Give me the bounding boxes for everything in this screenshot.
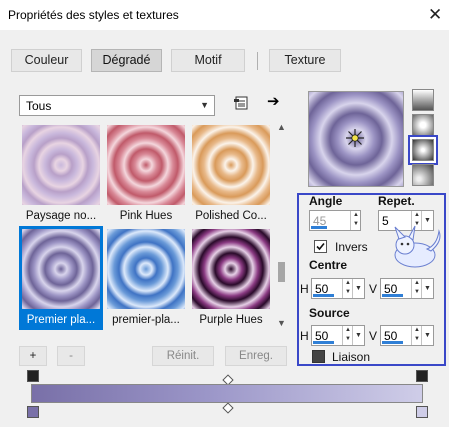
remove-button[interactable]: - xyxy=(57,346,85,366)
angle-stepper[interactable]: ▲ ▼ xyxy=(350,211,360,230)
decrement-icon[interactable]: ▼ xyxy=(351,220,361,229)
gradient-tile[interactable]: premier-pla... xyxy=(104,226,188,330)
gradient-tile[interactable]: Paysage no... xyxy=(19,122,103,226)
source-h-stepper[interactable]: ▲ ▼ xyxy=(342,326,352,345)
angle-label: Angle xyxy=(309,194,343,208)
gradient-label: Premier pla... xyxy=(26,314,96,326)
center-h-spinner[interactable]: 50 ▲ ▼ ▼ xyxy=(311,278,365,299)
source-v-spinner[interactable]: 50 ▲ ▼ ▼ xyxy=(380,325,434,346)
reset-button[interactable]: Réinit. xyxy=(152,346,214,366)
gradient-thumb xyxy=(192,229,270,309)
folder-icon[interactable] xyxy=(233,95,249,111)
gradient-thumb xyxy=(22,229,100,309)
color-midpoint[interactable] xyxy=(222,402,234,414)
center-v-slider xyxy=(382,294,403,297)
linear-style-button[interactable] xyxy=(412,89,434,111)
repeat-label: Repet. xyxy=(378,194,415,208)
mascot-watermark xyxy=(385,223,445,275)
chevron-down-icon[interactable]: ▼ xyxy=(421,279,433,298)
gradient-tile-selected[interactable]: Premier pla... xyxy=(19,226,103,330)
gradient-label: premier-pla... xyxy=(112,314,180,326)
center-v-spinner[interactable]: 50 ▲ ▼ ▼ xyxy=(380,278,434,299)
increment-icon[interactable]: ▲ xyxy=(351,211,361,220)
source-h-label: H xyxy=(300,329,309,343)
gradient-thumb xyxy=(107,229,185,309)
gradient-thumb xyxy=(22,125,100,205)
source-v-slider xyxy=(382,341,403,344)
center-h-stepper[interactable]: ▲ ▼ xyxy=(342,279,352,298)
source-label: Source xyxy=(309,306,350,320)
source-v-stepper[interactable]: ▲ ▼ xyxy=(411,326,421,345)
center-h-label: H xyxy=(300,282,309,296)
color-stop-right[interactable] xyxy=(416,406,428,418)
source-v-label: V xyxy=(369,329,378,343)
invert-checkbox[interactable] xyxy=(314,240,327,253)
invert-label: Invers xyxy=(335,240,368,254)
scroll-thumb[interactable] xyxy=(278,262,285,282)
chevron-down-icon[interactable]: ▼ xyxy=(421,326,433,345)
gradient-library: Paysage no... Pink Hues Polished Co... P… xyxy=(19,122,274,330)
chevron-down-icon: ▼ xyxy=(200,100,209,110)
opacity-stop-right[interactable] xyxy=(416,370,428,382)
angle-spinner[interactable]: 45 ▲ ▼ xyxy=(309,210,361,231)
tab-degrade[interactable]: Dégradé xyxy=(91,49,162,72)
source-h-spinner[interactable]: 50 ▲ ▼ ▼ xyxy=(311,325,365,346)
opacity-stop-left[interactable] xyxy=(27,370,39,382)
center-label: Centre xyxy=(309,258,348,272)
scroll-up-icon[interactable]: ▲ xyxy=(275,122,288,132)
chevron-down-icon[interactable]: ▼ xyxy=(352,279,364,298)
close-icon[interactable]: ✕ xyxy=(428,5,442,25)
tab-texture[interactable]: Texture xyxy=(269,49,341,72)
gradient-label: Polished Co... xyxy=(195,210,267,222)
center-v-label: V xyxy=(369,282,378,296)
scroll-down-icon[interactable]: ▼ xyxy=(275,318,288,328)
sunburst-style-button[interactable] xyxy=(412,139,434,161)
gradient-tile[interactable]: Purple Hues xyxy=(189,226,273,330)
gradient-tile[interactable]: Pink Hues xyxy=(104,122,188,226)
radial-style-button[interactable] xyxy=(412,164,434,186)
tab-motif[interactable]: Motif xyxy=(171,49,245,72)
link-label: Liaison xyxy=(332,350,371,364)
tab-divider xyxy=(257,52,258,70)
source-h-slider xyxy=(313,341,334,344)
gradient-thumb xyxy=(107,125,185,205)
gradient-bar[interactable] xyxy=(31,384,423,403)
library-scrollbar[interactable]: ▲ ▼ xyxy=(275,122,288,330)
category-dropdown[interactable]: Tous ▼ xyxy=(19,95,215,116)
rectangular-style-button[interactable] xyxy=(412,114,434,136)
center-h-slider xyxy=(313,294,334,297)
gradient-label: Purple Hues xyxy=(199,314,263,326)
chevron-down-icon[interactable]: ▼ xyxy=(352,326,364,345)
gradient-label: Paysage no... xyxy=(25,210,97,222)
gradient-thumb xyxy=(192,125,270,205)
link-checkbox[interactable] xyxy=(312,350,325,363)
add-button[interactable]: + xyxy=(19,346,47,366)
category-value: Tous xyxy=(26,99,52,113)
gradient-label: Pink Hues xyxy=(119,210,173,222)
gradient-tile[interactable]: Polished Co... xyxy=(189,122,273,226)
color-stop-left[interactable] xyxy=(27,406,39,418)
tab-couleur[interactable]: Couleur xyxy=(11,49,82,72)
arrow-right-icon[interactable]: ➔ xyxy=(267,92,280,110)
save-button[interactable]: Enreg. xyxy=(225,346,287,366)
angle-slider xyxy=(311,226,327,229)
center-marker-icon[interactable] xyxy=(344,127,366,149)
window-title: Propriétés des styles et textures xyxy=(8,8,179,22)
center-v-stepper[interactable]: ▲ ▼ xyxy=(411,279,421,298)
